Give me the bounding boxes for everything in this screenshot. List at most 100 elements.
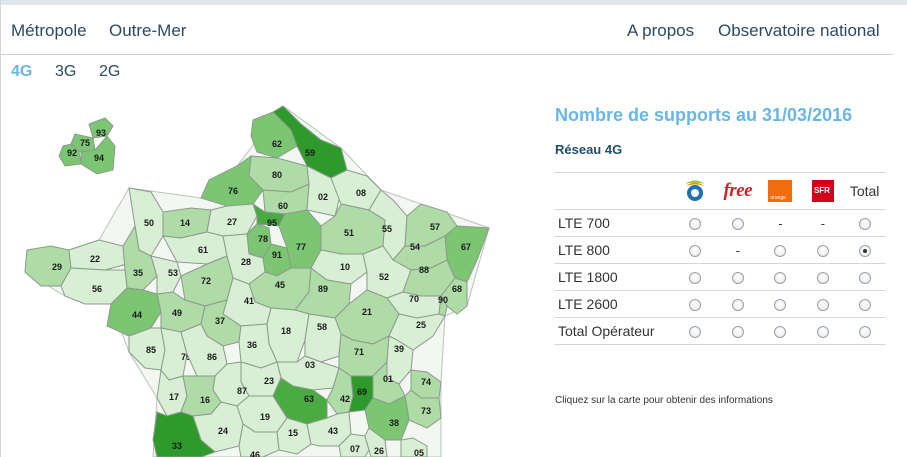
nav-observatoire-national[interactable]: Observatoire national <box>718 21 880 41</box>
table-cell <box>844 263 885 291</box>
radio-button[interactable] <box>816 326 829 339</box>
tab-4g[interactable]: 4G <box>11 63 32 81</box>
bouygues-logo-icon <box>685 180 706 201</box>
nav-metropole[interactable]: Métropole <box>11 21 87 41</box>
department-label: 76 <box>228 186 238 196</box>
radio-button[interactable] <box>816 299 829 312</box>
radio-button[interactable] <box>689 299 702 312</box>
department-label: 85 <box>146 345 156 355</box>
table-cell: - <box>716 236 760 264</box>
radio-button[interactable] <box>731 272 744 285</box>
department-label: 58 <box>317 322 327 332</box>
radio-button[interactable] <box>731 218 744 231</box>
department-label: 24 <box>218 426 228 436</box>
table-cell <box>716 317 760 345</box>
department-label: 52 <box>379 272 389 282</box>
department-label: 35 <box>133 268 143 278</box>
row-label: LTE 800 <box>555 236 674 264</box>
table-cell <box>844 236 885 264</box>
not-available-dash: - <box>735 243 740 258</box>
department-label: 69 <box>357 387 367 397</box>
table-cell <box>801 236 845 264</box>
department-label: 90 <box>438 295 448 305</box>
table-cell <box>844 290 885 318</box>
radio-button[interactable] <box>689 326 702 339</box>
department-label: 71 <box>354 347 364 357</box>
sfr-logo-text: SFR <box>813 186 830 195</box>
department-label: 37 <box>215 316 225 326</box>
orange-logo-text: orange <box>770 195 786 201</box>
radio-button[interactable] <box>774 326 787 339</box>
department-label: 80 <box>272 170 282 180</box>
table-cell <box>844 209 885 237</box>
map-hint-text: Cliquez sur la carte pour obtenir des in… <box>555 395 773 406</box>
radio-button[interactable] <box>689 218 702 231</box>
department-label: 61 <box>198 245 208 255</box>
france-map[interactable]: 93 7592 94 62 59 80 76 60 02 08 50 14 27 95 78 77 91 51 55… <box>1 100 501 457</box>
department-label: 44 <box>132 310 142 320</box>
radio-button[interactable] <box>689 272 702 285</box>
department-label: 62 <box>272 139 282 149</box>
radio-button[interactable] <box>689 245 702 258</box>
radio-button[interactable] <box>858 218 871 231</box>
department-label: 39 <box>394 344 404 354</box>
top-border <box>1 0 907 5</box>
department-label: 56 <box>92 284 102 294</box>
radio-button[interactable] <box>816 272 829 285</box>
department-22[interactable]: 22 <box>68 239 128 271</box>
radio-button[interactable] <box>774 245 787 258</box>
row-label: LTE 1800 <box>555 263 674 291</box>
table-row: LTE 700 - - <box>555 209 885 237</box>
nav-a-propos[interactable]: A propos <box>627 21 694 41</box>
table-cell <box>673 236 717 264</box>
department-label: 14 <box>180 218 190 228</box>
free-logo-icon: free <box>723 180 753 201</box>
header-empty <box>555 172 674 210</box>
tab-3g[interactable]: 3G <box>55 63 76 81</box>
department-label: 72 <box>201 276 211 286</box>
department-58[interactable]: 58 <box>304 313 342 363</box>
sfr-logo-icon: SFR <box>811 180 834 202</box>
department-label: 54 <box>410 242 420 252</box>
table-cell <box>801 317 845 345</box>
department-label: 18 <box>281 326 291 336</box>
department-label: 17 <box>169 392 179 402</box>
department-label: 91 <box>272 250 282 260</box>
row-label: LTE 700 <box>555 209 674 237</box>
department-label: 23 <box>264 376 274 386</box>
department-label: 29 <box>52 262 62 272</box>
department-93[interactable]: 93 <box>88 117 114 139</box>
table-cell <box>759 263 802 291</box>
radio-button[interactable] <box>731 326 744 339</box>
department-label: 88 <box>419 265 429 275</box>
radio-button[interactable] <box>731 299 744 312</box>
department-label: 45 <box>275 280 285 290</box>
department-label: 89 <box>318 284 328 294</box>
radio-button[interactable] <box>774 272 787 285</box>
department-label: 42 <box>340 394 350 404</box>
department-label: 94 <box>94 153 104 163</box>
department-85[interactable]: 85 <box>128 327 166 371</box>
department-label: 41 <box>244 296 254 306</box>
radio-button[interactable] <box>774 299 787 312</box>
row-label: LTE 2600 <box>555 290 674 318</box>
radio-button[interactable] <box>858 326 871 339</box>
table-cell: - <box>801 209 845 237</box>
radio-button[interactable] <box>858 272 871 285</box>
department-label: 73 <box>421 406 431 416</box>
radio-button[interactable] <box>858 299 871 312</box>
department-label: 59 <box>305 148 315 158</box>
orange-logo-icon: orange <box>768 180 793 202</box>
radio-button[interactable] <box>816 245 829 258</box>
department-label: 46 <box>250 450 260 457</box>
table-cell <box>759 290 802 318</box>
nav-outre-mer[interactable]: Outre-Mer <box>109 21 186 41</box>
department-label: 63 <box>304 394 314 404</box>
department-label: 03 <box>305 360 315 370</box>
bouygues-logo-cell <box>673 172 717 210</box>
department-label: 05 <box>414 448 424 457</box>
table-cell <box>716 209 760 237</box>
department-label: 86 <box>207 352 217 362</box>
tab-2g[interactable]: 2G <box>99 63 120 81</box>
radio-button[interactable] <box>858 245 871 258</box>
